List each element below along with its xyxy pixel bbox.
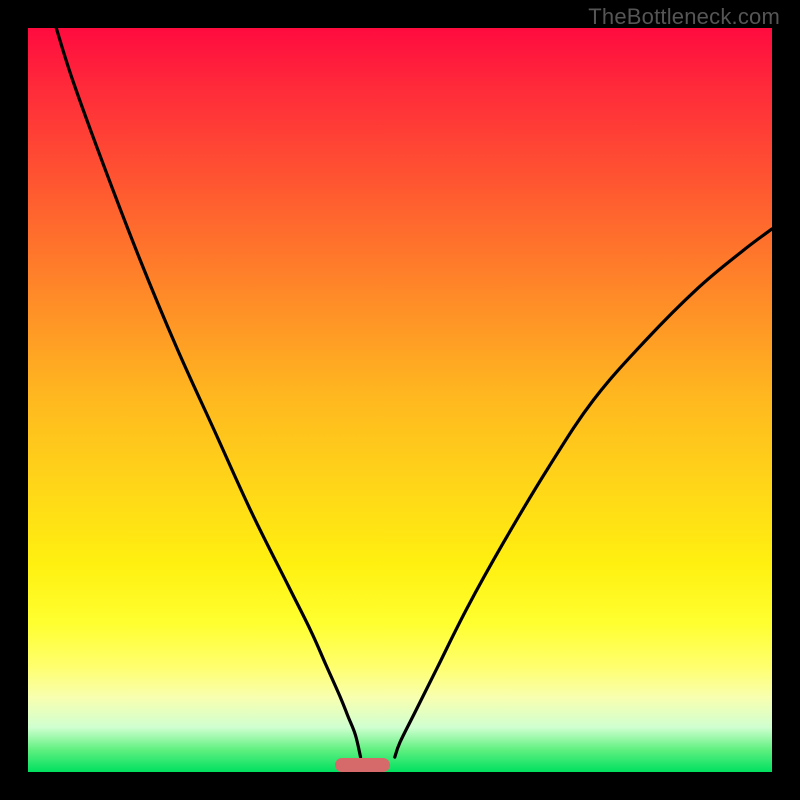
optimal-marker: [335, 758, 390, 772]
bottleneck-curve: [28, 28, 772, 772]
watermark-text: TheBottleneck.com: [588, 4, 780, 30]
outer-frame: TheBottleneck.com: [0, 0, 800, 800]
curve-path: [56, 28, 772, 757]
